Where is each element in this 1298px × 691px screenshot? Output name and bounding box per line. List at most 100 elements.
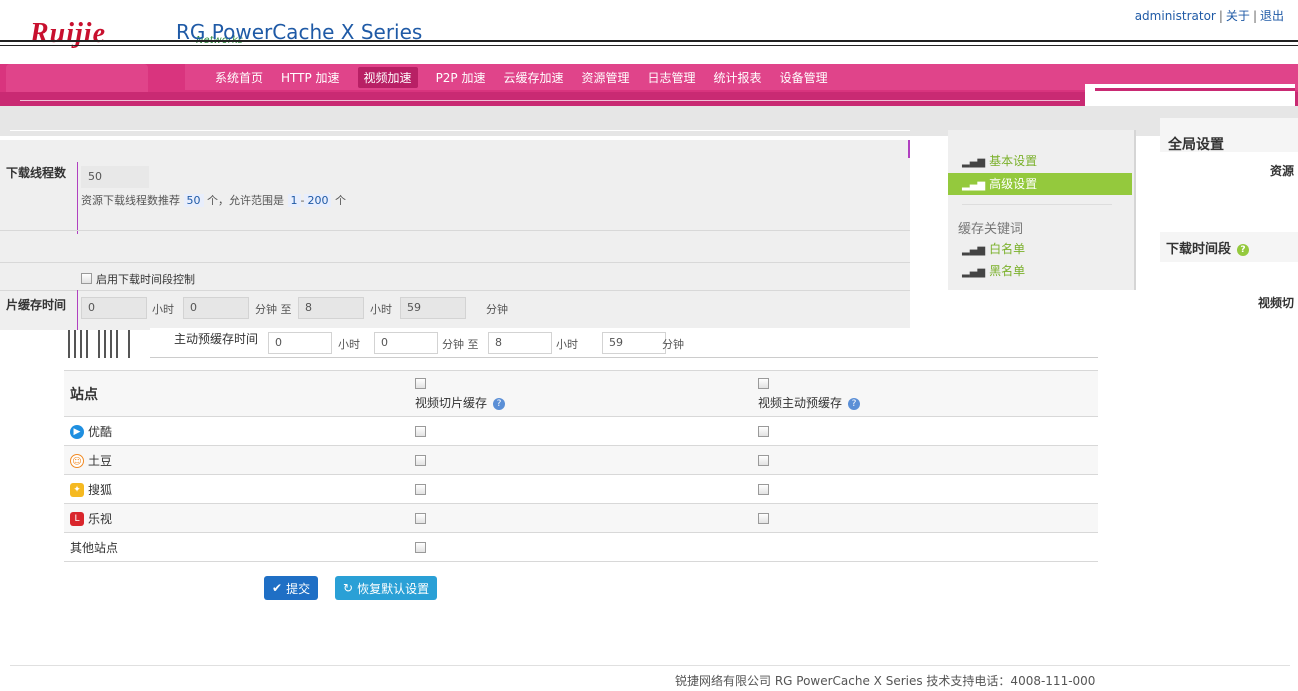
cache-keyword-title: 缓存关键词	[958, 222, 1024, 237]
signal-icon: ▂▄▆	[962, 267, 986, 278]
nav-item-cloud[interactable]: 云缓存加速	[504, 69, 564, 86]
footer-text: 锐捷网络有限公司 RG PowerCache X Series 技术支持电话：4…	[675, 674, 1096, 688]
slice-end-hour[interactable]: 8	[298, 297, 364, 319]
refresh-icon: ↻	[343, 581, 354, 595]
preheat-checkbox[interactable]	[758, 513, 769, 524]
nav-item-home[interactable]: 系统首页	[215, 69, 263, 86]
site-name: 乐视	[88, 511, 113, 526]
user-link[interactable]: administrator	[1135, 9, 1216, 23]
nav-underline	[20, 100, 1080, 101]
enable-time-control-checkbox[interactable]	[81, 273, 92, 284]
preheat-checkbox[interactable]	[758, 426, 769, 437]
help-icon[interactable]: ?	[848, 397, 861, 410]
striped-decoration	[68, 330, 136, 358]
table-row: ☺ 土豆	[64, 445, 1098, 475]
download-threads-input[interactable]: 50	[81, 166, 149, 188]
help-icon[interactable]: ?	[493, 397, 506, 410]
logout-link[interactable]: 退出	[1260, 9, 1284, 23]
site-name: 土豆	[88, 453, 113, 468]
slice-checkbox[interactable]	[415, 455, 426, 466]
panel-divider	[0, 290, 910, 291]
sidebar-item-blacklist[interactable]: ▂▄▆ 黑名单	[948, 260, 1132, 282]
download-period-title: 下载时间段?	[1166, 238, 1250, 257]
sidebar-item-label: 高级设置	[989, 177, 1038, 191]
nav-item-report[interactable]: 统计报表	[714, 69, 762, 86]
preheat-time-row: 主动预缓存时间 0 小时 0 分钟 至 8 小时 59 分钟	[150, 328, 1098, 358]
nav-item-p2p[interactable]: P2P 加速	[436, 69, 486, 86]
site-column-header: 站点	[64, 370, 403, 417]
preheat-end-hour[interactable]: 8	[488, 332, 552, 354]
table-row: ✦ 搜狐	[64, 474, 1098, 504]
link-separator: |	[1252, 9, 1257, 23]
letv-icon: L	[70, 512, 84, 526]
unit-hour: 小时	[370, 303, 392, 316]
preheat-end-min[interactable]: 59	[602, 332, 666, 354]
help-icon[interactable]: ?	[1237, 243, 1250, 256]
unit-min-to: 分钟 至	[255, 303, 292, 316]
settings-panel: 下载线程数 50 资源下载线程数推荐 50 个，允许范围是 1-200 个 启用…	[0, 140, 910, 330]
global-resource-text: 资源	[1269, 164, 1294, 178]
site-name: 搜狐	[88, 482, 113, 497]
slice-start-hour[interactable]: 0	[81, 297, 147, 319]
preheat-column-header: 视频主动预缓存?	[748, 370, 1098, 417]
table-row: L 乐视	[64, 503, 1098, 533]
range-max: 200	[304, 194, 332, 207]
unit-hour: 小时	[338, 338, 360, 351]
table-row: ▶ 优酷	[64, 416, 1098, 446]
table-header-row: 站点 视频切片缓存? 视频主动预缓存?	[64, 370, 1098, 417]
slice-start-min[interactable]: 0	[183, 297, 249, 319]
slice-select-all-checkbox[interactable]	[415, 378, 426, 389]
slice-checkbox[interactable]	[415, 542, 426, 553]
nav-item-video[interactable]: 视频加速	[357, 66, 418, 88]
signal-icon: ▂▄▆	[962, 180, 986, 191]
footer-divider	[10, 665, 1290, 666]
submit-label: 提交	[286, 581, 311, 596]
field-divider	[77, 290, 78, 330]
field-divider	[77, 162, 78, 234]
header-divider	[0, 40, 1298, 42]
nav-item-resource[interactable]: 资源管理	[582, 69, 630, 86]
sidebar-item-label: 黑名单	[989, 264, 1026, 278]
slice-end-min[interactable]: 59	[400, 297, 466, 319]
enable-time-control-label: 启用下载时间段控制	[96, 273, 195, 286]
table-row: 其他站点	[64, 532, 1098, 562]
panel-divider	[0, 230, 910, 231]
sidebar-item-advanced[interactable]: ▂▄▆ 高级设置	[948, 173, 1132, 195]
hint-mid: 个，允许范围是	[207, 194, 284, 207]
unit-min: 分钟	[486, 303, 508, 316]
slice-column-header: 视频切片缓存?	[403, 370, 748, 417]
unit-hour: 小时	[556, 338, 578, 351]
video-slice-text: 视频切	[1257, 296, 1294, 310]
nav-item-log[interactable]: 日志管理	[648, 69, 696, 86]
sidebar-item-basic[interactable]: ▂▄▆ 基本设置	[948, 150, 1132, 172]
nav-item-http[interactable]: HTTP 加速	[281, 69, 340, 86]
range-min: 1	[287, 194, 301, 207]
header: Ruijie Networks RG PowerCache X Series a…	[0, 0, 1298, 62]
signal-icon: ▂▄▆	[962, 245, 986, 256]
sidebar-item-whitelist[interactable]: ▂▄▆ 白名单	[948, 238, 1132, 260]
slice-checkbox[interactable]	[415, 484, 426, 495]
submit-button[interactable]: ✔ 提交	[264, 576, 319, 600]
site-name: 优酷	[88, 424, 113, 439]
preheat-checkbox[interactable]	[758, 484, 769, 495]
hint-unit: 个	[334, 194, 346, 207]
site-column-title: 站点	[70, 386, 98, 403]
youku-icon: ▶	[70, 425, 84, 439]
restore-default-button[interactable]: ↻ 恢复默认设置	[335, 576, 438, 600]
tudou-icon: ☺	[70, 454, 84, 468]
preheat-select-all-checkbox[interactable]	[758, 378, 769, 389]
slice-checkbox[interactable]	[415, 513, 426, 524]
preheat-start-hour[interactable]: 0	[268, 332, 332, 354]
preheat-start-min[interactable]: 0	[374, 332, 438, 354]
link-separator: |	[1218, 9, 1223, 23]
recommended-value: 50	[183, 194, 204, 207]
preheat-time-label: 主动预缓存时间	[174, 332, 259, 346]
site-table: 站点 视频切片缓存? 视频主动预缓存? ▶ 优酷 ☺ 土豆 ✦ 搜狐 L 乐视 其他站点	[64, 370, 1098, 562]
unit-hour: 小时	[152, 303, 174, 316]
about-link[interactable]: 关于	[1226, 9, 1250, 23]
nav-item-device[interactable]: 设备管理	[780, 69, 828, 86]
global-settings-title: 全局设置	[1168, 137, 1224, 153]
preheat-checkbox[interactable]	[758, 455, 769, 466]
slice-checkbox[interactable]	[415, 426, 426, 437]
sidebar-item-label: 白名单	[989, 242, 1026, 256]
